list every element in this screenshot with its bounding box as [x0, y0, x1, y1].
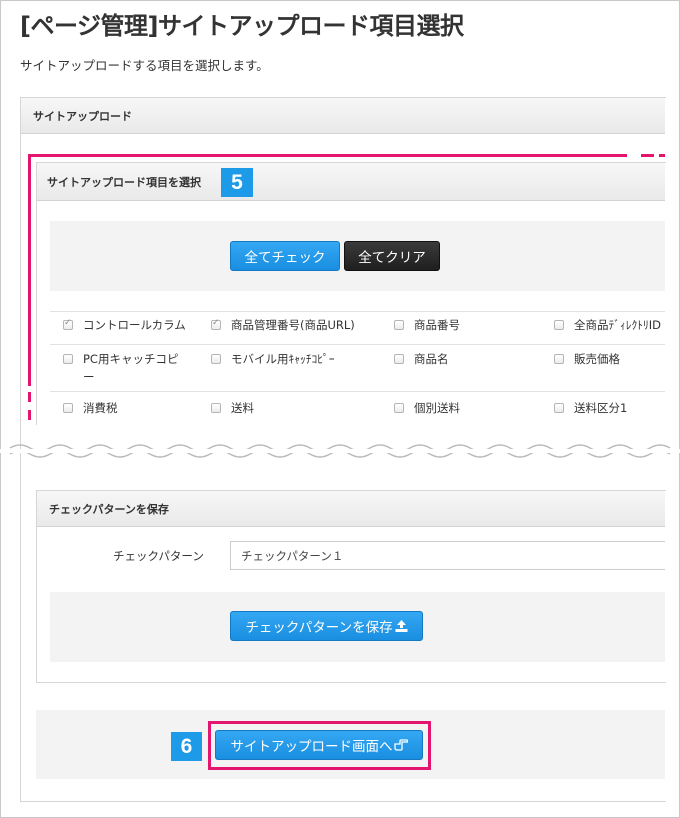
clear-all-button[interactable]: 全てクリア: [344, 241, 440, 271]
item-checkbox-label: 消費税: [83, 401, 118, 415]
item-checkbox-label: 送料: [231, 401, 254, 415]
item-checkbox-label: PC用キャッチコピ: [83, 352, 179, 366]
item-checkbox-label: コントロールカラム: [83, 318, 186, 332]
go-to-upload-button[interactable]: サイトアップロード画面へ: [215, 730, 423, 760]
save-pattern-label: チェックパターンを保存: [245, 620, 393, 636]
item-checkbox[interactable]: [554, 354, 564, 364]
select-items-header: サイトアップロード項目を選択: [37, 163, 665, 201]
go-to-upload-label: サイトアップロード画面へ: [230, 739, 393, 755]
item-checkbox-label-line2: ー: [83, 370, 95, 384]
item-checkbox[interactable]: [554, 320, 564, 330]
item-checkbox[interactable]: [63, 354, 73, 364]
item-checkbox-label: 販売価格: [574, 352, 620, 366]
pattern-field-label: チェックパターン: [113, 549, 204, 563]
highlight-top-dash: [659, 154, 665, 157]
item-checkbox[interactable]: [211, 403, 221, 413]
select-items-title: サイトアップロード項目を選択: [47, 175, 201, 189]
highlight-top-dash: [641, 154, 654, 157]
step-6-badge: 6: [171, 732, 202, 761]
upload-panel-header: サイトアップロード: [21, 98, 665, 134]
item-checkbox-label: 商品番号: [414, 318, 460, 332]
item-checkbox-label: 商品管理番号(商品URL): [231, 318, 355, 332]
checkbox-row-divider: [50, 344, 665, 345]
highlight-top: [28, 154, 627, 157]
item-checkbox[interactable]: [554, 403, 564, 413]
checkbox-top-divider: [50, 311, 665, 312]
item-checkbox-label: 個別送料: [414, 401, 460, 415]
item-checkbox-label: 送料区分1: [574, 401, 628, 415]
select-items-panel: [36, 162, 666, 425]
item-checkbox-label: モバイル用ｷｬｯﾁｺﾋﾟｰ: [231, 352, 335, 366]
pattern-name-input[interactable]: チェックパターン１: [230, 541, 665, 570]
pattern-panel-title: チェックパターンを保存: [49, 502, 169, 516]
item-checkbox[interactable]: [394, 320, 404, 330]
upload-icon: [395, 620, 408, 632]
check-all-button[interactable]: 全てチェック: [230, 241, 340, 271]
item-checkbox[interactable]: [211, 318, 221, 330]
item-checkbox-label: 全商品ﾃﾞｨﾚｸﾄﾘID: [574, 318, 661, 332]
item-checkbox[interactable]: [394, 403, 404, 413]
step-5-badge: 5: [221, 168, 253, 197]
highlight-left-dash: [28, 410, 31, 420]
page-description: サイトアップロードする項目を選択します。: [20, 58, 269, 73]
item-checkbox[interactable]: [63, 403, 73, 413]
highlight-left: [28, 154, 31, 386]
checkbox-row-divider: [50, 391, 665, 392]
item-checkbox[interactable]: [211, 354, 221, 364]
upload-panel-title: サイトアップロード: [33, 109, 132, 123]
page-title: [ページ管理]サイトアップロード項目選択: [20, 12, 464, 40]
item-checkbox-label: 商品名: [414, 352, 449, 366]
cut-wave-gap: [0, 449, 680, 453]
highlight-left-dash: [28, 392, 31, 402]
item-checkbox[interactable]: [63, 318, 73, 330]
pattern-name-value: チェックパターン１: [241, 548, 344, 563]
item-checkbox[interactable]: [394, 354, 404, 364]
save-pattern-button[interactable]: チェックパターンを保存: [230, 611, 423, 641]
pattern-panel-header: チェックパターンを保存: [37, 491, 665, 527]
hand-pointer-icon: [393, 739, 408, 751]
